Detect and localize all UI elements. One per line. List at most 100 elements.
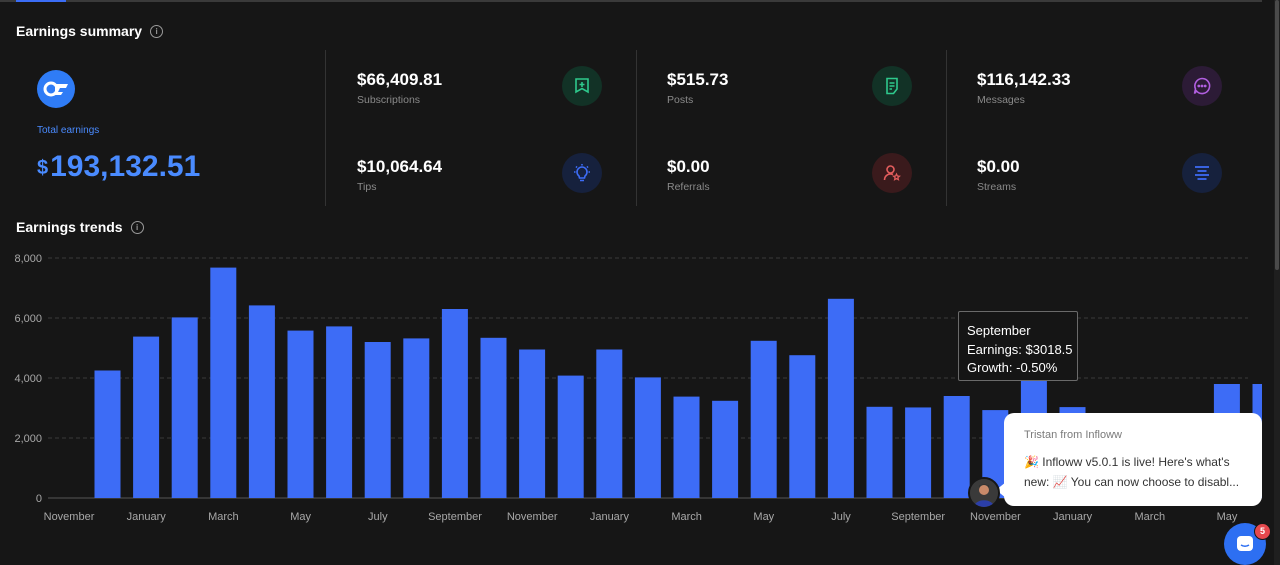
- chart-bar: [519, 349, 546, 498]
- x-tick-label: May: [290, 511, 311, 523]
- stat-posts: $515.73 Posts: [667, 66, 917, 120]
- info-icon[interactable]: i: [150, 24, 164, 38]
- divider: [946, 50, 947, 206]
- total-earnings-label: Total earnings: [37, 125, 100, 136]
- x-tick-label: January: [590, 511, 630, 523]
- chart-bar: [287, 330, 314, 498]
- x-tick-label: March: [208, 511, 239, 523]
- chat-launcher-button[interactable]: 5: [1224, 523, 1271, 565]
- chat-message-line: new: 📈 You can now choose to disabl...: [1024, 474, 1240, 489]
- chart-bar: [905, 407, 932, 498]
- stat-label: Posts: [667, 94, 694, 106]
- chart-bar: [248, 305, 275, 498]
- x-tick-label: November: [970, 511, 1021, 523]
- x-tick-label: July: [831, 511, 851, 523]
- streams-icon: [1182, 153, 1222, 193]
- x-tick-label: March: [671, 511, 702, 523]
- tooltip-earnings: Earnings: $3018.5: [967, 341, 1073, 357]
- stat-referrals: $0.00 Referrals: [667, 153, 917, 207]
- stat-value: $66,409.81: [357, 70, 443, 89]
- tooltip-month: September: [967, 323, 1031, 338]
- y-tick-label: 0: [36, 493, 42, 505]
- stat-label: Referrals: [667, 181, 710, 193]
- x-tick-label: November: [44, 511, 95, 523]
- chart-tooltip: September Earnings: $3018.5 Growth: -0.5…: [958, 311, 1078, 381]
- y-tick-label: 4,000: [14, 373, 42, 385]
- chart-bar: [673, 396, 700, 498]
- chart-bar: [480, 337, 507, 498]
- chart-bar: [827, 298, 854, 498]
- user-star-icon: [872, 153, 912, 193]
- x-tick-label: January: [1053, 511, 1093, 523]
- x-tick-label: September: [891, 511, 945, 523]
- chart-bar: [750, 340, 777, 498]
- stat-label: Messages: [977, 94, 1025, 106]
- total-earnings-card: Total earnings $193,132.51: [37, 70, 200, 183]
- earnings-summary-title-text: Earnings summary: [16, 23, 143, 39]
- stat-label: Streams: [977, 181, 1017, 193]
- chart-bar: [789, 355, 816, 498]
- page-scrollbar[interactable]: [1274, 0, 1280, 565]
- y-tick-label: 8,000: [14, 253, 42, 265]
- stat-tips: $10,064.64 Tips: [357, 153, 607, 207]
- chart-bar: [634, 377, 661, 498]
- x-tick-label: March: [1135, 511, 1166, 523]
- chat-sender: Tristan from Infloww: [1024, 429, 1123, 441]
- agent-avatar[interactable]: [968, 477, 1000, 509]
- chart-bar: [943, 396, 970, 498]
- chat-bubble-icon: [1182, 66, 1222, 106]
- x-tick-label: May: [753, 511, 774, 523]
- x-tick-label: July: [368, 511, 388, 523]
- total-earnings-value: $193,132.51: [37, 150, 200, 184]
- onlyfans-logo: [37, 70, 75, 108]
- chat-launcher-icon: [1237, 536, 1253, 551]
- chart-bar: [364, 342, 391, 498]
- chart-bar: [403, 338, 430, 498]
- top-tab-underline: [0, 0, 1262, 2]
- chat-message-text: 🎉 Infloww v5.0.1 is live! Here's what's …: [1024, 453, 1248, 492]
- stat-value: $116,142.33: [977, 70, 1071, 89]
- earnings-trends-title-text: Earnings trends: [16, 219, 123, 235]
- y-tick-label: 6,000: [14, 313, 42, 325]
- lightbulb-icon: [562, 153, 602, 193]
- total-earnings-currency: $: [37, 157, 49, 179]
- unread-badge: 5: [1254, 523, 1271, 540]
- chart-bar: [326, 326, 353, 498]
- divider: [636, 50, 637, 206]
- stat-subscriptions: $66,409.81 Subscriptions: [357, 66, 607, 120]
- x-tick-label: September: [428, 511, 482, 523]
- stat-value: $0.00: [977, 157, 1020, 176]
- stat-streams: $0.00 Streams: [977, 153, 1227, 207]
- chart-bar: [712, 400, 739, 498]
- stat-label: Tips: [357, 181, 377, 193]
- x-tick-label: May: [1217, 511, 1238, 523]
- chat-message-popup[interactable]: Tristan from Infloww 🎉 Infloww v5.0.1 is…: [996, 413, 1262, 506]
- scrollbar-thumb[interactable]: [1275, 0, 1279, 270]
- chart-bar: [557, 375, 584, 498]
- stat-label: Subscriptions: [357, 94, 421, 106]
- chart-bar: [866, 406, 893, 498]
- stat-value: $10,064.64: [357, 157, 443, 176]
- earnings-summary-title: Earnings summary i: [16, 23, 164, 39]
- chart-bar: [210, 267, 237, 498]
- x-tick-label: November: [507, 511, 558, 523]
- chart-bar: [596, 349, 623, 498]
- chart-bar: [133, 336, 160, 498]
- stat-messages: $116,142.33 Messages: [977, 66, 1227, 120]
- add-note-icon: [562, 66, 602, 106]
- stat-value: $0.00: [667, 157, 710, 176]
- chart-bar: [94, 370, 121, 498]
- tooltip-growth: Growth: -0.50%: [967, 360, 1058, 375]
- total-earnings-amount: 193,132.51: [50, 150, 201, 183]
- chat-message-line: 🎉 Infloww v5.0.1 is live! Here's what's: [1024, 455, 1230, 469]
- divider: [325, 50, 326, 206]
- chart-bar: [171, 317, 198, 498]
- info-icon[interactable]: i: [130, 220, 144, 234]
- chart-bar: [441, 309, 468, 498]
- document-icon: [872, 66, 912, 106]
- y-tick-label: 2,000: [14, 433, 42, 445]
- x-tick-label: January: [127, 511, 167, 523]
- stat-value: $515.73: [667, 70, 729, 89]
- active-tab-indicator: [16, 0, 66, 2]
- earnings-trends-title: Earnings trends i: [16, 219, 144, 235]
